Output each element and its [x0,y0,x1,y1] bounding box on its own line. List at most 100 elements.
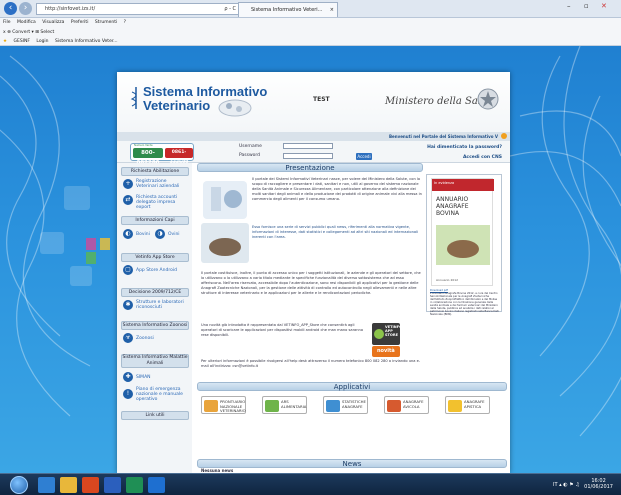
cow-icon[interactable]: ◐ [123,229,133,239]
address-bar[interactable]: http://sinfovet.izs.it/ρ - C [36,3,241,15]
export-delegate-icon[interactable]: ⇄ [123,195,133,205]
section-presentazione: Presentazione [197,163,423,172]
start-button-icon[interactable] [10,476,28,494]
command-items[interactable]: x ⊕ Convert ▾ ⊞ Select [3,30,54,35]
sidebar-item-zoonosi[interactable]: Zoonosi [136,336,154,341]
chicken-icon [387,400,401,412]
sidebar-header-decisione: Decisione 2009/712/CE [121,288,189,297]
sidebar-item-app-store[interactable]: App Store Android [136,268,177,273]
cow-photo [436,225,490,265]
sidebar-header-informazioni: Informazioni Capi [121,216,189,225]
siman-icon[interactable]: ✚ [123,372,133,382]
clock[interactable]: 16:02 01/06/2017 [584,478,613,490]
taskbar: IT ▴ ◐ ⚑ ♫ 16:02 01/06/2017 [0,473,621,495]
back-icon[interactable]: ‹ [4,2,17,15]
featured-header: In evidenza [432,179,494,191]
environment-label: TEST [313,96,330,103]
contact-paragraph: Per ulteriori informazioni è possibile r… [201,359,421,368]
sidebar-header-richiesta: Richiesta Abilitazione [121,167,189,176]
sidebar: Richiesta Abilitazione + Registrazione V… [117,163,192,473]
fav-login[interactable]: Login [36,39,48,44]
menu-visualizza[interactable]: Visualizza [42,20,64,25]
app-ars-alimentaria[interactable]: ARS ALIMENTARIA [262,396,307,414]
sidebar-item-registrazione[interactable]: Registrazione Veterinari aziendali [136,179,186,189]
browser-titlebar: ‹ › http://sinfovet.izs.it/ρ - C Sistema… [0,0,621,18]
sidebar-item-strutture[interactable]: Strutture e laboratori riconosciuti [136,300,188,310]
explorer-taskbar-icon[interactable] [60,477,77,493]
forward-icon[interactable]: › [19,2,32,15]
sidebar-item-ovini[interactable]: Ovini [168,232,180,237]
tab-title: Sistema Informativo Veteri... [251,7,323,13]
login-button[interactable]: Accedi [356,153,372,160]
menu-modifica[interactable]: Modifica [17,20,36,25]
annuario-title: ANNUARIO ANAGRAFE BOVINA [436,196,469,217]
welcome-bar: Benvenuti nel Portale del Sistema Inform… [117,132,510,141]
close-window-icon[interactable]: ✕ [601,2,607,10]
address-controls[interactable]: ρ - C [224,4,236,14]
welcome-text: Benvenuti nel Portale del Sistema Inform… [388,134,498,139]
featured-box: In evidenza ANNUARIO ANAGRAFE BOVINA Ann… [426,174,502,316]
app-prontuario-label: PRONTUARIO NAZIONALE VETERINARIO [220,399,246,413]
annuario-year: Annuario 2012 [436,278,459,282]
username-label: Username [239,144,262,149]
intro-paragraph-3: Il portale costituisce, inoltre, il punt… [201,271,421,295]
intro-paragraph-2: Esso fornisce una serie di servizi pubbl… [252,225,419,239]
favorites-star-icon: ★ [3,39,8,44]
web-page: Sistema Informativo Veterinario TEST Min… [117,72,510,473]
app-store-badge-new: novità [377,348,395,354]
toll-free-box: Numero Verde 800-082280 0861-332600 [130,143,194,166]
maximize-icon[interactable]: ▫ [584,2,589,10]
laboratory-illustration [203,181,247,219]
android-icon[interactable]: ▢ [123,265,133,275]
annuario-description: Download pdf L'Annuario Anagrafe Bovina 2… [430,289,500,316]
eu-icon[interactable]: ✱ [123,300,133,310]
ars-icon [265,400,279,412]
minimize-icon[interactable]: – [567,2,571,10]
sidebar-header-zoonosi: Sistema Informativo Zoonosi [121,321,189,330]
browser-tab[interactable]: Sistema Informativo Veteri... × [238,2,338,17]
system-tray[interactable]: IT ▴ ◐ ⚑ ♫ [553,482,580,488]
address-text: http://sinfovet.izs.it/ [45,6,96,12]
apps-row: PRONTUARIO NAZIONALE VETERINARIO ARS ALI… [197,396,510,418]
excel-taskbar-icon[interactable] [126,477,143,493]
sidebar-item-richiesta-account[interactable]: Richiesta accounti delegato impresa expo… [136,195,188,210]
annuario-cover[interactable]: In evidenza ANNUARIO ANAGRAFE BOVINA Ann… [431,178,494,286]
forgot-password-link[interactable]: Hai dimenticato la password? [427,145,502,150]
username-input[interactable] [283,143,333,149]
caduceus-icon [130,87,137,109]
cns-login-link[interactable]: Accedi con CNS [463,155,502,160]
app-avicola-label: ANAGRAFE AVICOLA [403,399,424,409]
bee-icon [448,400,462,412]
menu-bar: File Modifica Visualizza Preferiti Strum… [0,18,621,28]
menu-file[interactable]: File [3,20,11,25]
word-taskbar-icon[interactable] [104,477,121,493]
outlook-taskbar-icon[interactable] [148,477,165,493]
media-taskbar-icon[interactable] [82,477,99,493]
password-input[interactable] [283,153,333,159]
animals-illustration [218,99,252,117]
fav-gesinf[interactable]: GESINF [13,39,29,44]
zoonosi-icon[interactable]: ☣ [123,333,133,343]
app-apistica-label: ANAGRAFE APISTICA [464,399,485,409]
menu-strumenti[interactable]: Strumenti [95,20,117,25]
sidebar-item-siman[interactable]: SIMAN [136,375,151,380]
app-prontuario[interactable]: PRONTUARIO NAZIONALE VETERINARIO [201,396,246,414]
clock-date: 01/06/2017 [584,484,613,490]
menu-help[interactable]: ? [124,20,126,25]
sheep-icon[interactable]: ◑ [155,229,165,239]
app-anagrafe-apistica[interactable]: ANAGRAFE APISTICA [445,396,490,414]
ie-taskbar-icon[interactable] [38,477,55,493]
registration-icon[interactable]: + [123,179,133,189]
menu-preferiti[interactable]: Preferiti [71,20,89,25]
emergency-plan-icon[interactable]: ! [123,389,133,399]
sidebar-item-bovini[interactable]: Bovini [136,232,150,237]
sidebar-header-appstore: Vetinfo App Store [121,253,189,262]
section-applicativi: Applicativi [197,382,507,391]
sidebar-item-piano-emergenza[interactable]: Piano di emergenza nazionale e manuale o… [136,387,188,402]
annuario-text: L'Annuario Anagrafe Bovina 2012, a cura … [430,292,499,316]
app-anagrafe-avicola[interactable]: ANAGRAFE AVICOLA [384,396,429,414]
password-label: Password [239,153,261,158]
fav-sistema[interactable]: Sistema Informativo Veter... [55,39,118,44]
app-statistiche[interactable]: STATISTICHE ANAGRAFE [323,396,368,414]
close-tab-icon[interactable]: × [330,3,334,17]
